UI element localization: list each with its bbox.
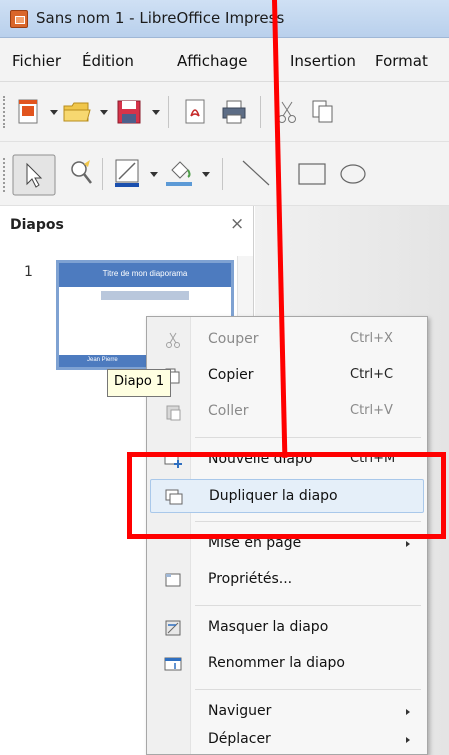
drawing-toolbar [0,142,449,206]
thumbnail-subtitle-placeholder [101,291,189,300]
menu-insertion[interactable]: Insertion [290,52,356,70]
menu-item-label: Couper [208,331,259,347]
line-tool-icon[interactable] [240,158,272,188]
line-color-dropdown-arrow[interactable] [150,172,158,177]
rename-slide-icon [164,657,182,671]
menu-item-label: Renommer la diapo [208,655,345,671]
menu-item-shortcut: Ctrl+C [350,367,394,382]
menu-format[interactable]: Format [375,52,428,70]
toolbar-separator [260,96,261,128]
menu-item-shortcut: Ctrl+V [350,403,393,418]
select-arrow-icon[interactable] [12,154,56,196]
menu-item-copier[interactable]: Copier Ctrl+C [150,359,424,393]
submenu-arrow-icon [406,737,410,743]
hide-slide-icon [165,620,181,636]
new-document-icon[interactable] [16,98,42,126]
menu-separator [195,437,421,438]
menu-item-label: Propriétés... [208,571,293,587]
thumbnail-title-bar: Titre de mon diaporama [59,263,231,287]
menu-affichage[interactable]: Affichage [177,52,247,70]
menu-item-deplacer[interactable]: Déplacer [150,723,424,755]
menu-item-label: Masquer la diapo [208,619,329,635]
close-icon[interactable]: × [230,214,244,234]
menu-separator [195,689,421,690]
zoom-icon[interactable] [68,158,94,188]
menu-separator [195,605,421,606]
menu-item-label: Naviguer [208,703,272,719]
submenu-arrow-icon [406,541,410,547]
fill-color-dropdown-arrow[interactable] [202,172,210,177]
menu-item-coller[interactable]: Coller Ctrl+V [150,395,424,429]
impress-app-icon [10,10,28,28]
paste-icon [166,405,181,421]
annotation-highlight-box [127,452,446,539]
menu-item-masquer-la-diapo[interactable]: Masquer la diapo [150,611,424,645]
menu-bar: Fichier Édition Affichage Insertion Form… [0,38,449,82]
open-folder-icon[interactable] [62,98,92,126]
toolbar-grip[interactable] [3,158,7,192]
menu-item-label: Coller [208,403,249,419]
new-dropdown-arrow[interactable] [50,110,58,115]
standard-toolbar [0,82,449,142]
ellipse-tool-icon[interactable] [338,160,368,188]
open-dropdown-arrow[interactable] [100,110,108,115]
menu-item-renommer-la-diapo[interactable]: Renommer la diapo [150,647,424,681]
toolbar-grip[interactable] [3,96,7,128]
menu-fichier[interactable]: Fichier [12,52,61,70]
scissors-icon [166,332,180,348]
copy-icon[interactable] [310,98,336,126]
print-icon[interactable] [220,98,248,126]
slide-number: 1 [24,264,33,280]
menu-edition[interactable]: Édition [82,52,134,70]
line-color-icon[interactable] [114,158,142,188]
properties-icon [165,573,181,587]
rectangle-tool-icon[interactable] [296,160,328,188]
submenu-arrow-icon [406,709,410,715]
save-dropdown-arrow[interactable] [152,110,160,115]
fill-color-icon[interactable] [164,158,194,188]
title-bar: Sans nom 1 - LibreOffice Impress [0,0,449,38]
thumbnail-title: Titre de mon diaporama [102,269,188,278]
toolbar-separator [102,158,103,190]
menu-item-label: Déplacer [208,731,271,747]
save-icon[interactable] [116,98,142,126]
toolbar-separator [168,96,169,128]
menu-item-shortcut: Ctrl+X [350,331,393,346]
menu-item-proprietes[interactable]: Propriétés... [150,563,424,597]
slide-tooltip: Diapo 1 [107,369,172,397]
thumbnail-author: Jean Pierre [87,357,118,363]
menu-item-couper[interactable]: Couper Ctrl+X [150,323,424,357]
menu-item-label: Copier [208,367,254,383]
toolbar-separator [222,158,223,190]
export-pdf-icon[interactable] [182,98,208,126]
window-title: Sans nom 1 - LibreOffice Impress [36,9,285,27]
slides-pane-title: Diapos [10,217,64,233]
